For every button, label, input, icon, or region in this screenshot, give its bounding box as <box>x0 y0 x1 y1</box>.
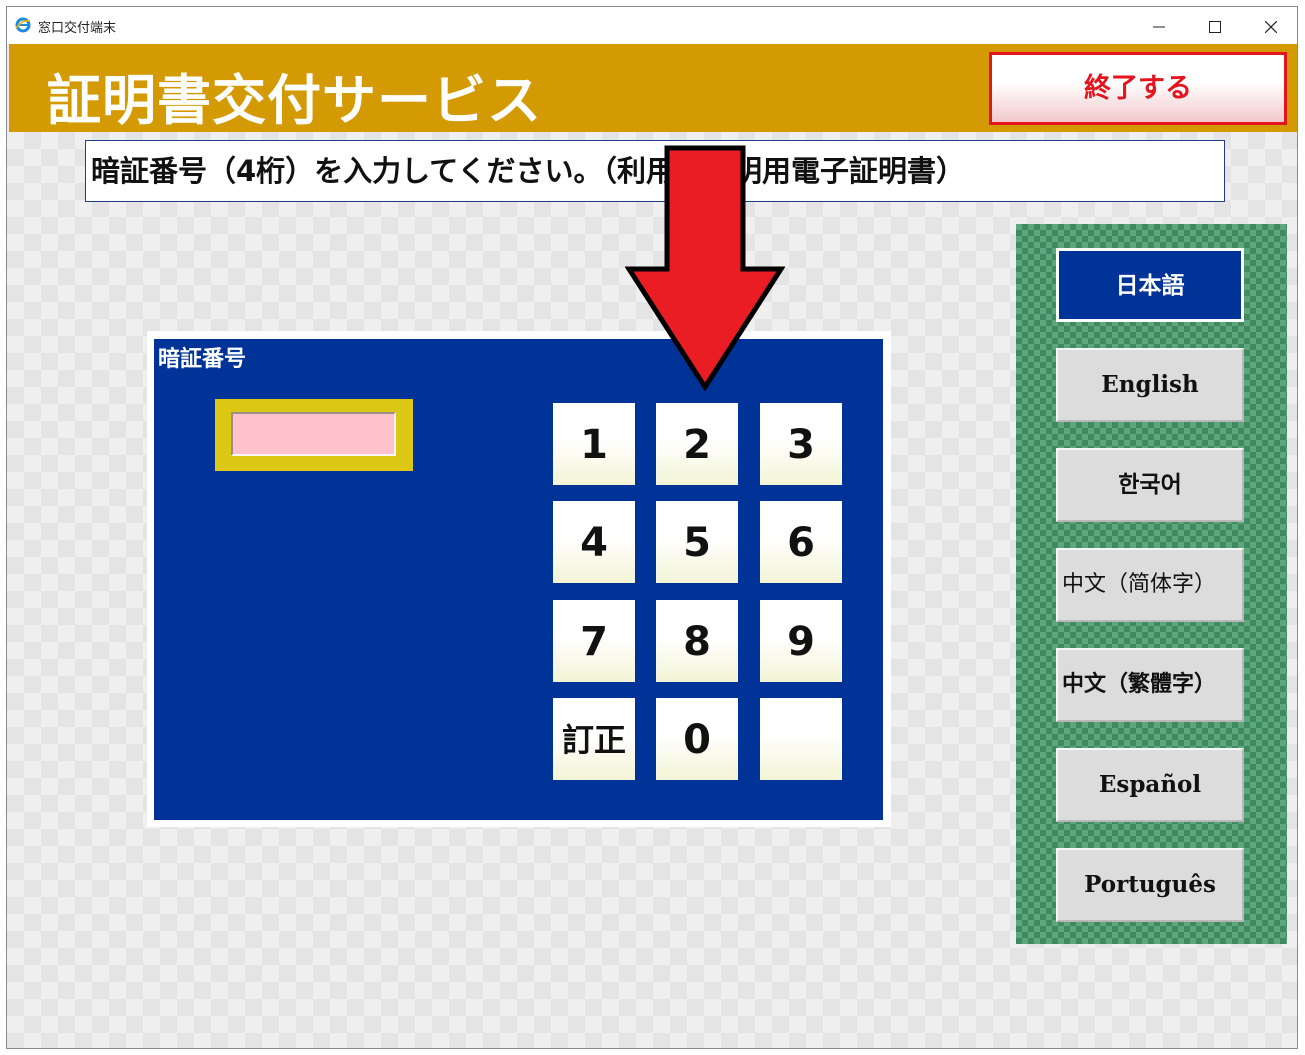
lang-portuguese-button[interactable]: Português <box>1056 848 1244 922</box>
lang-chinese-traditional-button[interactable]: 中文（繁體字） <box>1056 648 1244 722</box>
key-2[interactable]: 2 <box>656 403 738 485</box>
key-9[interactable]: 9 <box>760 600 842 682</box>
lang-korean-button[interactable]: 한국어 <box>1056 448 1244 522</box>
key-7[interactable]: 7 <box>553 600 635 682</box>
service-header: 証明書交付サービス 終了する <box>9 44 1297 132</box>
pin-panel-inner: 暗証番号 1 2 3 4 5 6 7 8 9 訂正 0 <box>154 339 883 820</box>
annotation-arrow-down-icon <box>625 145 785 392</box>
lang-japanese-button[interactable]: 日本語 <box>1056 248 1244 322</box>
service-title: 証明書交付サービス <box>47 69 542 132</box>
key-0[interactable]: 0 <box>656 698 738 780</box>
window-title: 窓口交付端末 <box>38 21 117 36</box>
exit-button[interactable]: 終了する <box>989 52 1287 125</box>
key-5[interactable]: 5 <box>656 501 738 583</box>
maximize-icon <box>1209 20 1221 33</box>
app-window: 窓口交付端末 証明書交付サービス 終了する 暗証番号（4桁）を入力してください。… <box>6 6 1298 1049</box>
browser-app-icon <box>15 17 31 33</box>
key-3[interactable]: 3 <box>760 403 842 485</box>
language-panel: 日本語 English 한국어 中文（简体字） 中文（繁體字） Español … <box>1016 224 1287 944</box>
key-6[interactable]: 6 <box>760 501 842 583</box>
key-correct[interactable]: 訂正 <box>553 698 635 780</box>
key-8[interactable]: 8 <box>656 600 738 682</box>
key-4[interactable]: 4 <box>553 501 635 583</box>
lang-english-button[interactable]: English <box>1056 348 1244 422</box>
close-button[interactable] <box>1243 7 1297 44</box>
key-blank[interactable] <box>760 698 842 780</box>
pin-input-frame <box>215 399 413 471</box>
title-bar: 窓口交付端末 <box>7 7 1297 44</box>
minimize-icon <box>1153 26 1165 27</box>
lang-spanish-button[interactable]: Español <box>1056 748 1244 822</box>
pin-input[interactable] <box>231 412 396 456</box>
maximize-button[interactable] <box>1187 7 1243 44</box>
minimize-button[interactable] <box>1131 7 1187 44</box>
pin-label: 暗証番号 <box>158 347 247 372</box>
key-1[interactable]: 1 <box>553 403 635 485</box>
pin-panel: 暗証番号 1 2 3 4 5 6 7 8 9 訂正 0 <box>147 331 891 827</box>
lang-chinese-simplified-button[interactable]: 中文（简体字） <box>1056 548 1244 622</box>
close-icon <box>1264 20 1278 33</box>
